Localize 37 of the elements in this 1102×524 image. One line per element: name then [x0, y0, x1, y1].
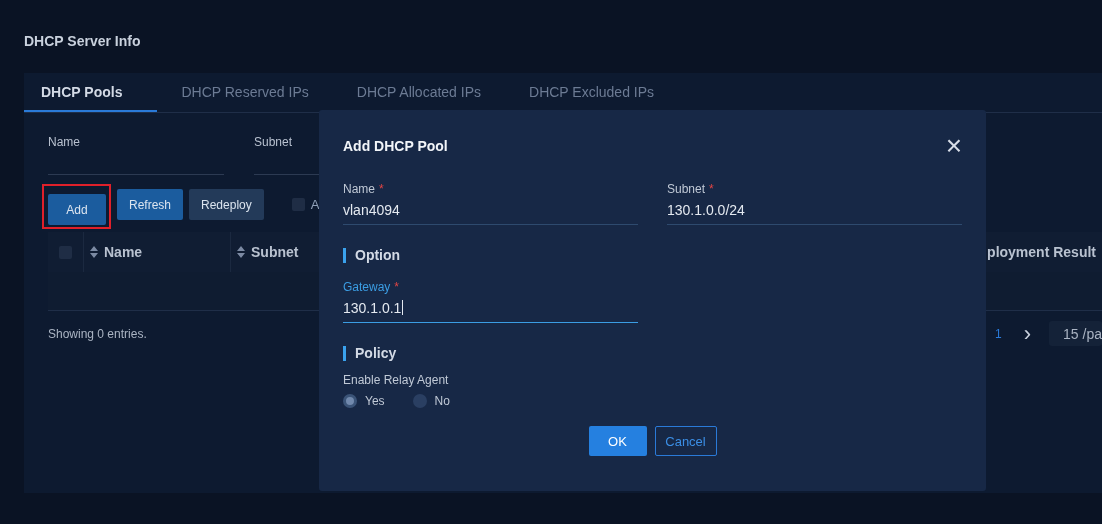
tab[interactable]: DHCP Excluded IPs	[505, 73, 679, 112]
dialog-button[interactable]: Cancel	[654, 426, 717, 456]
dialog-button[interactable]: OK	[588, 426, 647, 456]
sort-icon[interactable]	[237, 246, 245, 258]
next-page-button[interactable]: ›	[1023, 322, 1032, 345]
filter-label: Name	[48, 135, 80, 151]
page-number[interactable]: 1	[995, 326, 1002, 341]
checkbox-label: A	[310, 197, 320, 212]
page-size-select[interactable]: 15 /pa	[1049, 321, 1102, 346]
column-header: Name	[104, 244, 143, 260]
radio-group-label: Enable Relay Agent	[343, 373, 450, 387]
tab[interactable]: DHCP Allocated IPs	[332, 73, 506, 112]
radio-label: No	[434, 394, 450, 408]
radio-button[interactable]	[412, 394, 427, 408]
section-title: Policy	[343, 346, 397, 361]
toolbar-button[interactable]: Refresh	[117, 189, 184, 220]
toolbar-button[interactable]: Redeploy	[189, 189, 264, 220]
filter-label: Subnet	[254, 135, 293, 151]
radio-label: Yes	[365, 394, 385, 408]
sort-icon[interactable]	[90, 246, 98, 258]
toolbar-button[interactable]: Add	[48, 194, 106, 225]
close-button[interactable]: ×	[945, 132, 962, 160]
entries-count: Showing 0 entries.	[48, 326, 147, 341]
tab[interactable]: DHCP Reserved IPs	[157, 73, 333, 112]
column-header: Subnet	[251, 244, 299, 260]
radio-button[interactable]	[343, 394, 357, 408]
field-label: Gateway *	[343, 280, 400, 295]
column-header: ployment Result	[987, 244, 1096, 260]
page-title: DHCP Server Info	[24, 33, 141, 50]
field-label: Subnet *	[667, 182, 714, 197]
input-field[interactable]: vlan4094	[343, 197, 638, 225]
input-field[interactable]: 130.1.0.1	[343, 295, 638, 323]
section-title: Option	[343, 248, 401, 263]
input-field[interactable]: 130.1.0.0/24	[667, 197, 962, 225]
field-label: Name *	[343, 182, 384, 197]
dialog-title: Add DHCP Pool	[343, 138, 448, 154]
tab[interactable]: DHCP Pools	[24, 73, 158, 112]
